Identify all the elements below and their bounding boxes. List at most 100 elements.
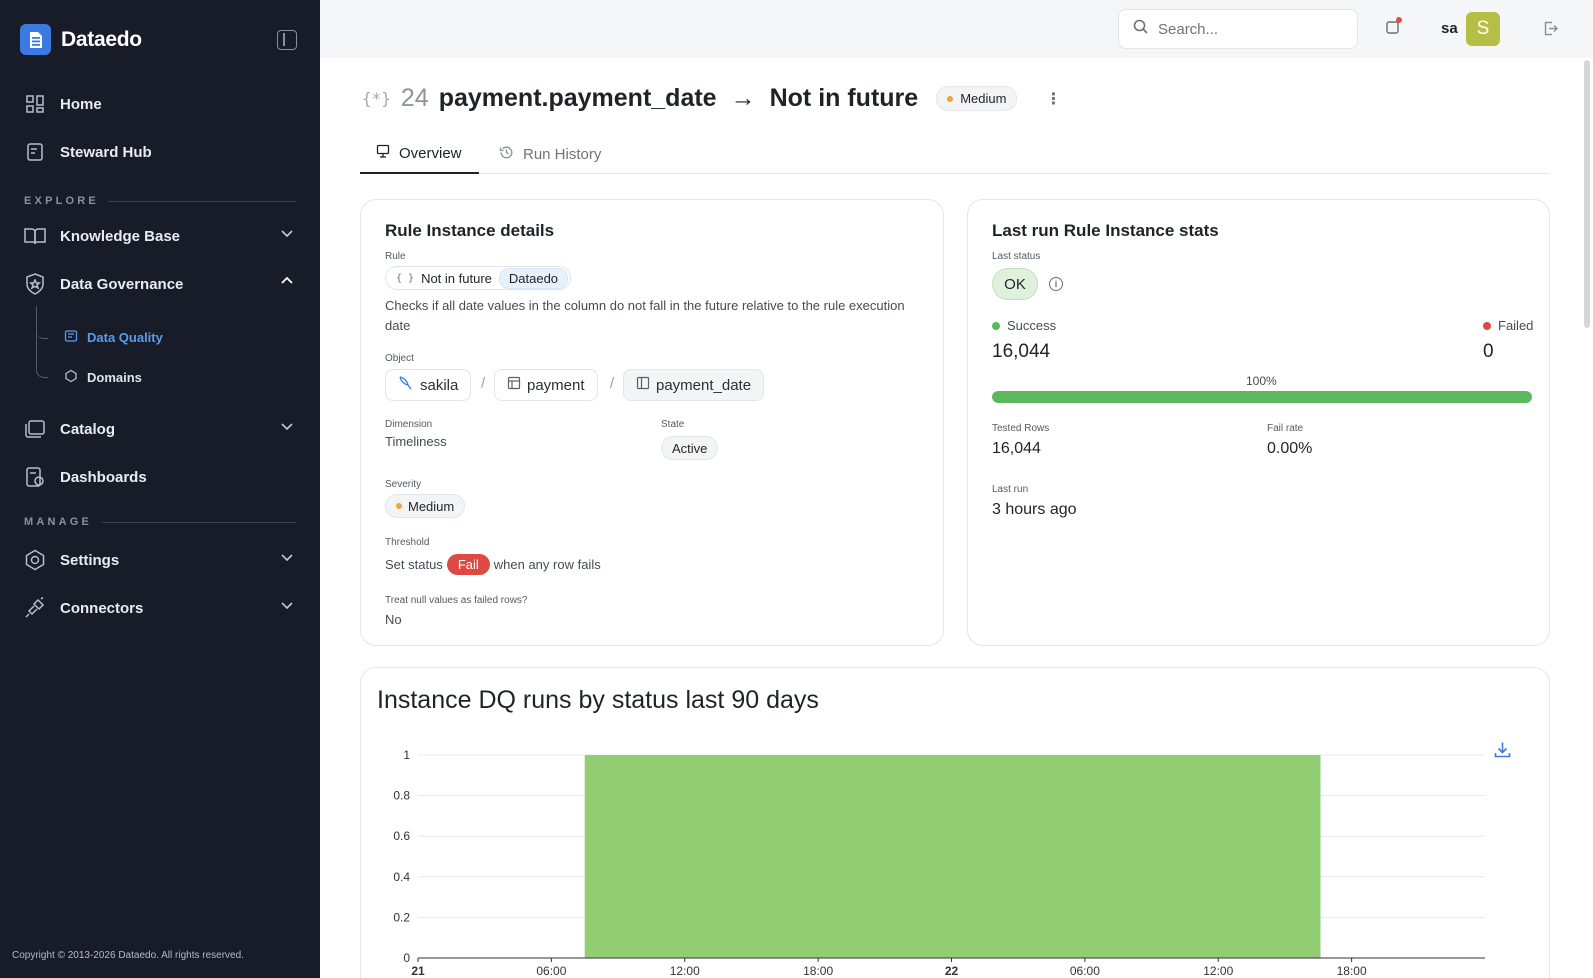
top-bar: [320, 0, 1593, 58]
stats-title: Last run Rule Instance stats: [992, 221, 1219, 240]
tab-overview[interactable]: Overview: [360, 134, 479, 174]
section-divider: [102, 522, 296, 523]
sidebar-label-settings: Settings: [60, 551, 120, 569]
copyright: Copyright © 2013-2026 Dataedo. All right…: [12, 950, 244, 961]
object-database-chip[interactable]: sakila: [385, 369, 472, 401]
notifications-icon[interactable]: [1386, 17, 1402, 34]
last-run-stats-card: [967, 199, 1550, 646]
state-badge: Active: [661, 436, 719, 460]
success-progress-fill: [992, 391, 1532, 403]
sidebar-label-data-quality: Data Quality: [87, 330, 163, 345]
severity-pill: Medium: [385, 494, 466, 518]
rule-braces-icon: { }: [396, 272, 415, 284]
sidebar-item-home[interactable]: Home: [24, 90, 294, 118]
rule-source-badge: Dataedo: [498, 267, 569, 289]
y-tick-label: 0.6: [393, 829, 410, 843]
section-divider: [108, 201, 296, 202]
rule-description: Checks if all date values in the column …: [385, 298, 905, 333]
sidebar-item-data-governance[interactable]: Data Governance: [24, 270, 294, 298]
threshold-row: Set status Fail when any row fails: [385, 554, 601, 575]
y-tick-label: 1: [403, 748, 410, 762]
tested-rows-value: 16,044: [992, 440, 1041, 457]
sidebar-item-knowledge-base[interactable]: Knowledge Base: [24, 222, 294, 250]
x-tick-label: 06:00: [536, 964, 566, 978]
sidebar-item-dashboards[interactable]: Dashboards: [24, 463, 294, 491]
brand[interactable]: Dataedo: [20, 24, 142, 55]
shield-star-icon: [24, 273, 46, 295]
sidebar-label-data-governance: Data Governance: [60, 275, 184, 293]
rule-pill-name: Not in future: [421, 270, 492, 286]
y-tick-label: 0.4: [393, 870, 410, 884]
sidebar-item-connectors[interactable]: Connectors: [24, 594, 294, 622]
x-tick-label: 06:00: [1070, 964, 1100, 978]
sidebar-label-connectors: Connectors: [60, 599, 144, 617]
failed-value: 0: [1483, 341, 1494, 362]
fail-rate-label: Fail rate: [1267, 423, 1304, 434]
plug-icon: [24, 597, 46, 619]
y-tick-label: 0.8: [393, 789, 410, 803]
domains-icon: [64, 369, 78, 386]
rule-pill[interactable]: { } Not in future Dataedo: [385, 266, 572, 290]
rule-instance-icon: {*}: [362, 89, 391, 108]
sidebar-item-data-quality[interactable]: Data Quality: [64, 329, 163, 346]
severity-text: Medium: [960, 91, 1007, 106]
folders-icon: [24, 418, 46, 440]
tab-bar: Overview Run History: [360, 134, 1550, 174]
info-icon[interactable]: i: [1049, 277, 1063, 291]
sidebar-label-catalog: Catalog: [60, 420, 116, 438]
object-column-chip[interactable]: payment_date: [623, 369, 765, 401]
sidebar: Dataedo Home Steward Hub EXPLORE Knowled…: [0, 0, 320, 978]
database-icon: [398, 375, 414, 395]
success-value: 16,044: [992, 341, 1051, 362]
collapse-sidebar-icon[interactable]: [277, 30, 297, 50]
grid-icon: [24, 93, 46, 115]
object-table-chip[interactable]: payment: [494, 369, 598, 401]
scrollbar[interactable]: [1584, 60, 1590, 328]
chevron-down-icon: [280, 226, 294, 244]
column-icon: [636, 376, 650, 394]
severity-label: Severity: [385, 479, 422, 490]
sidebar-label-steward-hub: Steward Hub: [60, 143, 152, 161]
tab-run-history-label: Run History: [523, 145, 602, 163]
x-tick-label: 21: [411, 964, 425, 978]
last-run-label: Last run: [992, 484, 1029, 495]
sidebar-label-knowledge-base: Knowledge Base: [60, 227, 181, 245]
threshold-label: Threshold: [385, 537, 430, 548]
last-status-label: Last status: [992, 251, 1041, 262]
sidebar-item-domains[interactable]: Domains: [64, 369, 142, 386]
chevron-down-icon: [280, 598, 294, 616]
x-tick-label: 12:00: [1203, 964, 1233, 978]
last-status-badge: OK: [992, 268, 1038, 300]
chevron-down-icon: [280, 550, 294, 568]
failed-dot: [1483, 322, 1491, 330]
user-name[interactable]: sa: [1441, 20, 1458, 37]
sidebar-item-catalog[interactable]: Catalog: [24, 415, 294, 443]
more-options-icon[interactable]: ⋮: [1045, 89, 1061, 109]
table-icon: [507, 376, 521, 394]
sidebar-label-domains: Domains: [87, 370, 142, 385]
logout-icon[interactable]: [1543, 21, 1558, 41]
search-box[interactable]: [1118, 9, 1358, 49]
avatar[interactable]: S: [1466, 12, 1500, 46]
sidebar-item-steward-hub[interactable]: Steward Hub: [24, 138, 294, 166]
sidebar-item-settings[interactable]: Settings: [24, 546, 294, 574]
y-tick-label: 0.2: [393, 910, 410, 924]
object-database-name: sakila: [420, 376, 459, 394]
chart-title: Instance DQ runs by status last 90 days: [377, 686, 819, 714]
dataedo-logo-icon: [20, 24, 51, 55]
severity-dot: [947, 95, 954, 102]
dimension-label: Dimension: [385, 419, 433, 430]
details-title: Rule Instance details: [385, 221, 555, 240]
success-dot: [992, 322, 1000, 330]
object-column-name: payment_date: [656, 376, 752, 394]
x-tick-label: 18:00: [803, 964, 833, 978]
search-input[interactable]: [1158, 20, 1338, 38]
column-name: payment.payment_date: [438, 84, 717, 112]
download-icon[interactable]: [1494, 741, 1511, 763]
history-icon: [499, 145, 514, 164]
arrow-right-icon: →: [730, 84, 756, 112]
section-manage-label: MANAGE: [24, 516, 93, 528]
x-tick-label: 12:00: [670, 964, 700, 978]
tab-run-history[interactable]: Run History: [483, 134, 617, 174]
last-run-value: 3 hours ago: [992, 501, 1077, 518]
